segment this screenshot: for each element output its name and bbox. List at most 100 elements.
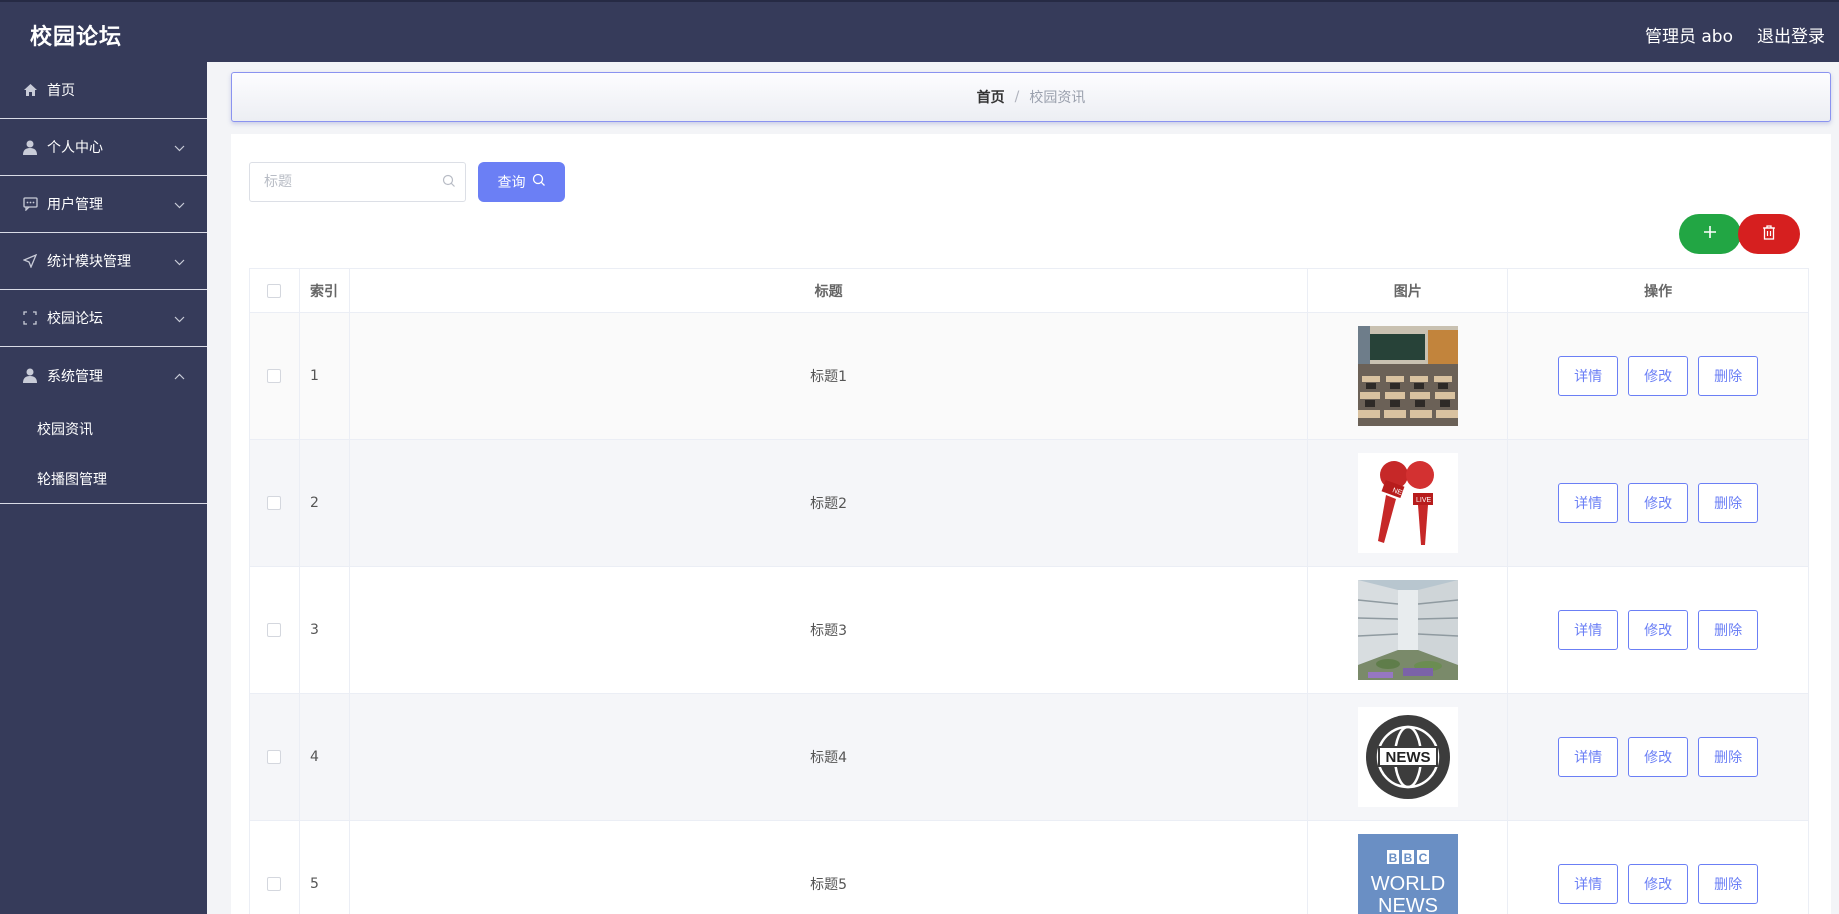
news-text: NEWS <box>1378 895 1438 914</box>
sidebar-item-campus-forum[interactable]: 校园论坛 <box>0 290 207 347</box>
sidebar-subitem-carousel-management[interactable]: 轮播图管理 <box>0 454 207 504</box>
delete-button[interactable]: 删除 <box>1698 737 1759 777</box>
trash-icon <box>1762 224 1776 244</box>
select-all-checkbox[interactable] <box>267 283 282 298</box>
app-title: 校园论坛 <box>30 25 123 50</box>
sidebar-item-personal-center[interactable]: 个人中心 <box>0 119 207 176</box>
detail-button[interactable]: 详情 <box>1558 483 1619 523</box>
bbc-letter-2: B <box>1403 851 1412 865</box>
sidebar-item-statistics[interactable]: 统计模块管理 <box>0 233 207 290</box>
sidebar-subitem-campus-news[interactable]: 校园资讯 <box>0 404 207 454</box>
detail-button[interactable]: 详情 <box>1558 864 1619 904</box>
search-input[interactable] <box>250 163 420 201</box>
table-row: 2 标题2 NEWS LIVE 详情 修改 删除 <box>250 440 1809 567</box>
row-image-cell: NEWS <box>1308 694 1509 820</box>
delete-button[interactable]: 删除 <box>1698 610 1759 650</box>
row-image-cell: B B C WORLD NEWS <box>1308 821 1509 914</box>
edit-button[interactable]: 修改 <box>1628 864 1689 904</box>
row-title: 标题2 <box>350 440 1309 566</box>
breadcrumb-current: 校园资讯 <box>1029 90 1086 106</box>
row-select-cell <box>250 567 300 693</box>
edit-button[interactable]: 修改 <box>1628 356 1689 396</box>
query-button[interactable]: 查询 <box>478 162 565 202</box>
edit-button[interactable]: 修改 <box>1628 610 1689 650</box>
table-row: 3 标题3 详情 修改 删除 <box>250 567 1809 694</box>
row-actions: 详情 修改 删除 <box>1508 821 1809 914</box>
table-row: 1 标题1 详情 修改 删除 <box>250 313 1809 440</box>
campus-building-image[interactable] <box>1357 580 1458 680</box>
live-label-text: LIVE <box>1416 497 1432 504</box>
row-index: 2 <box>300 440 350 566</box>
news-microphones-image[interactable]: NEWS LIVE <box>1357 453 1458 553</box>
row-checkbox[interactable] <box>267 877 282 891</box>
edit-button[interactable]: 修改 <box>1628 483 1689 523</box>
detail-button[interactable]: 详情 <box>1558 610 1619 650</box>
current-user-label[interactable]: 管理员 abo <box>1645 22 1733 47</box>
row-checkbox[interactable] <box>267 623 282 637</box>
bbc-letter-3: C <box>1418 851 1427 865</box>
row-index: 4 <box>300 694 350 820</box>
row-checkbox[interactable] <box>267 369 282 383</box>
delete-button[interactable]: 删除 <box>1698 356 1759 396</box>
sidebar-item-home[interactable]: 首页 <box>0 62 207 119</box>
search-icon <box>442 174 456 192</box>
sidebar-item-label: 首页 <box>47 83 75 99</box>
row-index: 5 <box>300 821 350 914</box>
header-actions: 操作 <box>1508 269 1809 312</box>
row-select-cell <box>250 821 300 914</box>
header-select-cell <box>250 269 300 312</box>
chevron-down-icon <box>174 140 185 156</box>
header-actions: 管理员 abo 退出登录 <box>1645 22 1825 47</box>
main-area: 首页 / 校园资讯 查询 <box>207 62 1839 914</box>
row-actions: 详情 修改 删除 <box>1508 694 1809 820</box>
search-icon <box>532 173 546 191</box>
detail-button[interactable]: 详情 <box>1558 737 1619 777</box>
bbc-world-news-image[interactable]: B B C WORLD NEWS <box>1357 834 1458 914</box>
classroom-image[interactable] <box>1357 326 1458 426</box>
add-button[interactable] <box>1679 214 1741 254</box>
sidebar-item-label: 个人中心 <box>47 140 103 156</box>
header-index: 索引 <box>300 269 350 312</box>
news-globe-image[interactable]: NEWS <box>1357 707 1458 807</box>
bbc-letter-1: B <box>1388 851 1397 865</box>
home-icon <box>21 81 39 99</box>
row-image-cell: NEWS LIVE <box>1308 440 1509 566</box>
breadcrumb-home[interactable]: 首页 <box>977 87 1005 107</box>
sidebar-item-system-management[interactable]: 系统管理 <box>0 347 207 404</box>
chevron-down-icon <box>174 254 185 270</box>
row-select-cell <box>250 440 300 566</box>
chevron-up-icon <box>174 368 185 384</box>
world-text: WORLD <box>1371 873 1445 895</box>
logout-link[interactable]: 退出登录 <box>1757 22 1825 47</box>
edit-button[interactable]: 修改 <box>1628 737 1689 777</box>
row-index: 3 <box>300 567 350 693</box>
breadcrumb-separator: / <box>1014 89 1020 105</box>
batch-delete-button[interactable] <box>1738 214 1800 254</box>
content-panel: 查询 索引 标题 图片 操作 <box>231 134 1831 914</box>
row-title: 标题4 <box>350 694 1309 820</box>
row-checkbox[interactable] <box>267 750 282 764</box>
sidebar-item-user-management[interactable]: 用户管理 <box>0 176 207 233</box>
row-select-cell <box>250 313 300 439</box>
delete-button[interactable]: 删除 <box>1698 864 1759 904</box>
search-field[interactable] <box>249 162 466 202</box>
fullscreen-icon <box>21 309 39 327</box>
chevron-down-icon <box>174 311 185 327</box>
sidebar-item-label: 校园论坛 <box>47 311 103 327</box>
row-actions: 详情 修改 删除 <box>1508 567 1809 693</box>
detail-button[interactable]: 详情 <box>1558 356 1619 396</box>
row-actions: 详情 修改 删除 <box>1508 440 1809 566</box>
row-select-cell <box>250 694 300 820</box>
table-header-row: 索引 标题 图片 操作 <box>250 269 1809 313</box>
row-index: 1 <box>300 313 350 439</box>
sidebar-item-label: 系统管理 <box>47 368 103 385</box>
row-checkbox[interactable] <box>267 496 282 510</box>
sidebar-item-label: 统计模块管理 <box>47 254 131 270</box>
plus-icon <box>1703 225 1717 243</box>
table-row: 5 标题5 B B C WORLD NEWS 详情 修改 删除 <box>250 821 1809 914</box>
row-title: 标题1 <box>350 313 1309 439</box>
delete-button[interactable]: 删除 <box>1698 483 1759 523</box>
table-row: 4 标题4 NEWS 详情 修改 删除 <box>250 694 1809 821</box>
row-image-cell <box>1308 567 1509 693</box>
user-icon <box>21 367 39 385</box>
